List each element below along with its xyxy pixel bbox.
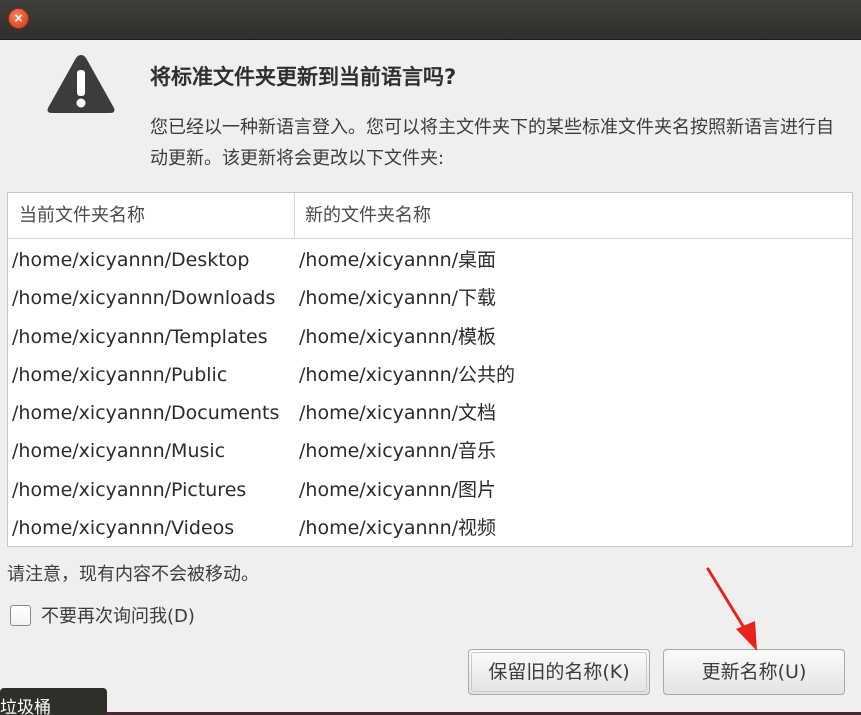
update-names-label: 更新名称(U): [701, 661, 807, 683]
dont-ask-again-label[interactable]: 不要再次询问我(D): [41, 602, 195, 628]
current-folder-cell: /home/xicyannn/Downloads: [12, 287, 276, 310]
dialog-heading: 将标准文件夹更新到当前语言吗?: [150, 65, 457, 89]
dont-ask-again-option[interactable]: 不要再次询问我(D): [10, 600, 195, 630]
trash-tooltip: 垃圾桶: [0, 688, 107, 715]
table-row[interactable]: /home/xicyannn/Pictures /home/xicyannn/图…: [8, 471, 852, 509]
close-icon[interactable]: ×: [8, 8, 29, 29]
update-names-button[interactable]: 更新名称(U): [663, 649, 845, 695]
table-row[interactable]: /home/xicyannn/Videos /home/xicyannn/视频: [8, 509, 852, 547]
dont-ask-again-checkbox[interactable]: [10, 604, 31, 626]
new-folder-cell: /home/xicyannn/模板: [299, 325, 497, 348]
column-header-current[interactable]: 当前文件夹名称: [8, 193, 295, 239]
new-folder-cell: /home/xicyannn/文档: [299, 402, 497, 425]
current-folder-cell: /home/xicyannn/Videos: [12, 517, 235, 540]
window-titlebar: ×: [0, 0, 861, 40]
current-folder-cell: /home/xicyannn/Desktop: [12, 249, 250, 271]
table-row[interactable]: /home/xicyannn/Templates /home/xicyannn/…: [8, 318, 852, 356]
current-folder-cell: /home/xicyannn/Templates: [12, 325, 268, 348]
current-folder-cell: /home/xicyannn/Documents: [12, 402, 280, 425]
column-header-new[interactable]: 新的文件夹名称: [296, 193, 852, 239]
table-row[interactable]: /home/xicyannn/Documents /home/xicyannn/…: [8, 394, 852, 432]
table-row[interactable]: /home/xicyannn/Public /home/xicyannn/公共的: [8, 356, 852, 394]
new-folder-cell: /home/xicyannn/音乐: [299, 440, 497, 463]
new-folder-cell: /home/xicyannn/桌面: [299, 249, 497, 271]
folder-table: 当前文件夹名称 新的文件夹名称 /home/xicyannn/Desktop /…: [7, 192, 853, 547]
keep-old-names-button[interactable]: 保留旧的名称(K): [468, 649, 650, 695]
dialog-message: 您已经以一种新语言登入。您可以将主文件夹下的某些标准文件夹名按照新语言进行自动更…: [150, 117, 834, 169]
new-folder-cell: /home/xicyannn/下载: [299, 287, 497, 310]
notice-text: 请注意，现有内容不会被移动。: [7, 564, 259, 585]
table-header: 当前文件夹名称 新的文件夹名称: [8, 193, 852, 239]
table-row[interactable]: /home/xicyannn/Downloads /home/xicyannn/…: [8, 279, 852, 317]
new-folder-cell: /home/xicyannn/视频: [299, 517, 497, 540]
table-row[interactable]: /home/xicyannn/Desktop /home/xicyannn/桌面: [8, 241, 852, 279]
warning-icon: [47, 55, 115, 113]
annotation-arrow-icon: [706, 567, 757, 651]
current-folder-cell: /home/xicyannn/Pictures: [12, 478, 247, 501]
new-folder-cell: /home/xicyannn/图片: [299, 478, 497, 501]
keep-old-names-label: 保留旧的名称(K): [488, 661, 630, 683]
current-folder-cell: /home/xicyannn/Public: [12, 363, 228, 386]
table-rows: /home/xicyannn/Desktop /home/xicyannn/桌面…: [8, 241, 852, 547]
current-folder-cell: /home/xicyannn/Music: [12, 440, 226, 463]
table-row[interactable]: /home/xicyannn/Music /home/xicyannn/音乐: [8, 432, 852, 470]
new-folder-cell: /home/xicyannn/公共的: [299, 363, 516, 386]
